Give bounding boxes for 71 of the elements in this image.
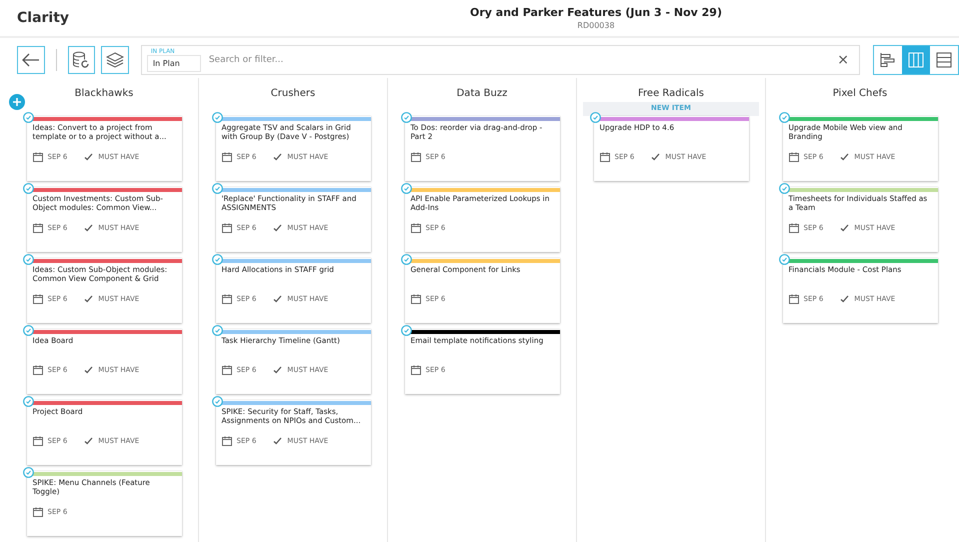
checkmark-icon — [273, 153, 282, 161]
calendar-icon — [32, 507, 42, 517]
calendar-icon — [788, 223, 798, 233]
calendar-icon — [32, 152, 42, 162]
check-circle-icon — [400, 325, 412, 336]
calendar-icon — [788, 294, 798, 304]
back-arrow-icon — [22, 53, 40, 67]
check-circle-icon — [400, 254, 412, 265]
back-button[interactable] — [17, 46, 45, 74]
calendar-icon — [222, 223, 232, 233]
check-circle-icon — [212, 112, 222, 123]
checkmark-icon — [273, 224, 282, 232]
app-name: Clarity — [17, 10, 70, 26]
checkmark-icon — [273, 437, 282, 445]
checkmark-icon — [84, 153, 94, 161]
clear-button[interactable]: × — [837, 52, 850, 68]
check-circle-icon — [778, 183, 790, 194]
layers-icon — [106, 52, 124, 68]
check-circle-icon — [22, 325, 34, 336]
checkmark-icon — [84, 224, 94, 232]
column-header: Pixel Chefs — [832, 88, 888, 101]
calendar-icon — [410, 294, 420, 304]
checkmark-icon — [651, 153, 660, 161]
check-circle-icon — [22, 112, 34, 123]
check-circle-icon — [212, 396, 222, 407]
calendar-icon — [222, 294, 232, 304]
check-circle-icon — [400, 112, 412, 123]
add-button[interactable] — [9, 94, 25, 110]
calendar-icon — [32, 223, 42, 233]
check-circle-icon — [212, 254, 222, 265]
calendar-icon — [32, 365, 42, 375]
checkmark-icon — [840, 295, 850, 303]
calendar-icon — [410, 152, 420, 162]
calendar-icon — [788, 152, 798, 162]
calendar-icon — [600, 152, 610, 162]
check-circle-icon — [778, 112, 790, 123]
check-circle-icon — [22, 183, 34, 194]
column-header: Blackhawks — [74, 88, 134, 101]
calendar-icon — [410, 365, 420, 375]
calendar-icon — [32, 436, 42, 446]
calendar-icon — [222, 365, 232, 375]
board-code: RD00038 — [577, 21, 615, 30]
calendar-icon — [222, 152, 232, 162]
check-circle-icon — [212, 183, 222, 194]
check-circle-icon — [22, 467, 34, 478]
checkmark-icon — [273, 366, 282, 374]
checkmark-icon — [84, 437, 94, 445]
columns-icon — [908, 52, 924, 68]
checkmark-icon — [840, 153, 850, 161]
check-circle-icon — [22, 396, 34, 407]
calendar-icon — [32, 294, 42, 304]
column-header: Data Buzz — [456, 88, 508, 101]
check-circle-icon — [590, 112, 600, 123]
checkmark-icon — [84, 366, 94, 374]
checkmark-icon — [840, 224, 850, 232]
column-header: Free Radicals — [638, 88, 704, 101]
list-icon — [936, 52, 952, 68]
check-circle-icon — [400, 183, 412, 194]
check-circle-icon — [778, 254, 790, 265]
column-header: Crushers — [270, 88, 316, 101]
calendar-icon — [410, 223, 420, 233]
check-circle-icon — [212, 325, 222, 336]
database-refresh-icon — [72, 51, 90, 69]
board-title: Ory and Parker Features (Jun 3 - Nov 29) — [470, 6, 722, 19]
layers-button[interactable] — [101, 46, 129, 74]
check-circle-icon — [22, 254, 34, 265]
checkmark-icon — [273, 295, 282, 303]
calendar-icon — [222, 436, 232, 446]
database-refresh-button[interactable] — [68, 46, 96, 74]
checkmark-icon — [84, 295, 94, 303]
timeline-icon — [880, 52, 896, 68]
